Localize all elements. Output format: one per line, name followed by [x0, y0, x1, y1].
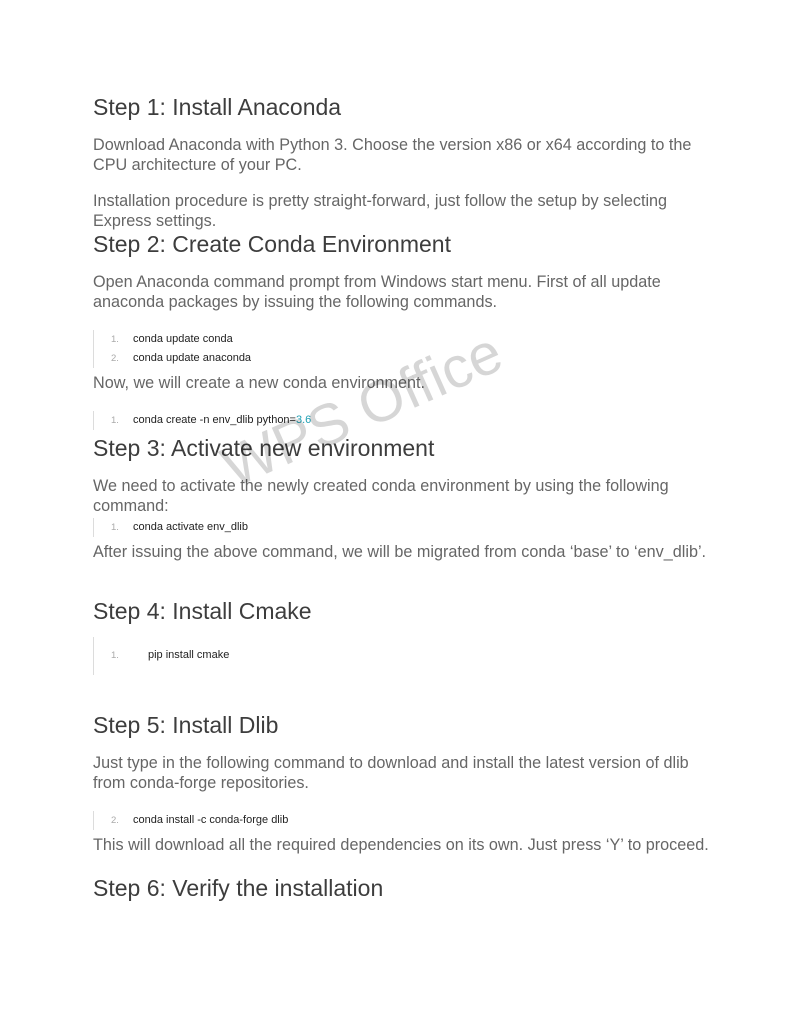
code-command: pip install cmake [148, 649, 230, 661]
code-block-activate: 1. conda activate env_dlib [93, 518, 714, 537]
step2-paragraph-1: Open Anaconda command prompt from Window… [93, 273, 661, 311]
code-command: conda install -c conda-forge dlib [133, 814, 289, 826]
line-number: 1. [111, 334, 119, 345]
line-number: 2. [111, 353, 119, 364]
code-command: conda create -n env_dlib python=3.6 [133, 411, 311, 430]
code-line: 2. conda install -c conda-forge dlib [94, 811, 714, 830]
code-line: 1. conda create -n env_dlib python=3.6 [94, 411, 714, 430]
code-line: 1. conda activate env_dlib [94, 518, 714, 537]
step6-heading: Step 6: Verify the installation [93, 875, 384, 901]
step1-paragraph-2: Installation procedure is pretty straigh… [93, 192, 668, 230]
code-line: 2. conda update anaconda [94, 349, 714, 368]
step2-paragraph-2: Now, we will create a new conda environm… [93, 374, 426, 392]
line-number: 1. [111, 415, 119, 426]
code-command: conda update conda [133, 333, 233, 345]
line-number: 1. [111, 522, 119, 533]
step3-paragraph-2: After issuing the above command, we will… [93, 543, 707, 561]
line-number: 1. [111, 650, 119, 661]
step5-paragraph-1: Just type in the following command to do… [93, 754, 689, 792]
step1-heading: Step 1: Install Anaconda [93, 94, 342, 120]
code-block-dlib: 2. conda install -c conda-forge dlib [93, 811, 714, 830]
code-line: 1. conda update conda [94, 330, 714, 349]
step1-paragraph-1: Download Anaconda with Python 3. Choose … [93, 136, 692, 174]
line-number: 2. [111, 815, 119, 826]
step3-paragraph-1: We need to activate the newly created co… [93, 477, 669, 515]
step5-heading: Step 5: Install Dlib [93, 712, 279, 738]
code-block-create: 1. conda create -n env_dlib python=3.6 [93, 411, 714, 430]
code-command: conda update anaconda [133, 352, 252, 364]
code-number-literal: 3.6 [295, 414, 312, 426]
code-command: conda activate env_dlib [133, 521, 248, 533]
step3-heading: Step 3: Activate new environment [93, 435, 435, 461]
code-text: conda create -n env_dlib python= [133, 414, 296, 426]
step5-paragraph-2: This will download all the required depe… [93, 836, 709, 854]
code-block-cmake: 1. pip install cmake [93, 637, 714, 675]
step2-heading: Step 2: Create Conda Environment [93, 231, 451, 257]
step4-heading: Step 4: Install Cmake [93, 598, 312, 624]
code-line: 1. pip install cmake [94, 646, 714, 665]
code-block-update: 1. conda update conda 2. conda update an… [93, 330, 714, 368]
